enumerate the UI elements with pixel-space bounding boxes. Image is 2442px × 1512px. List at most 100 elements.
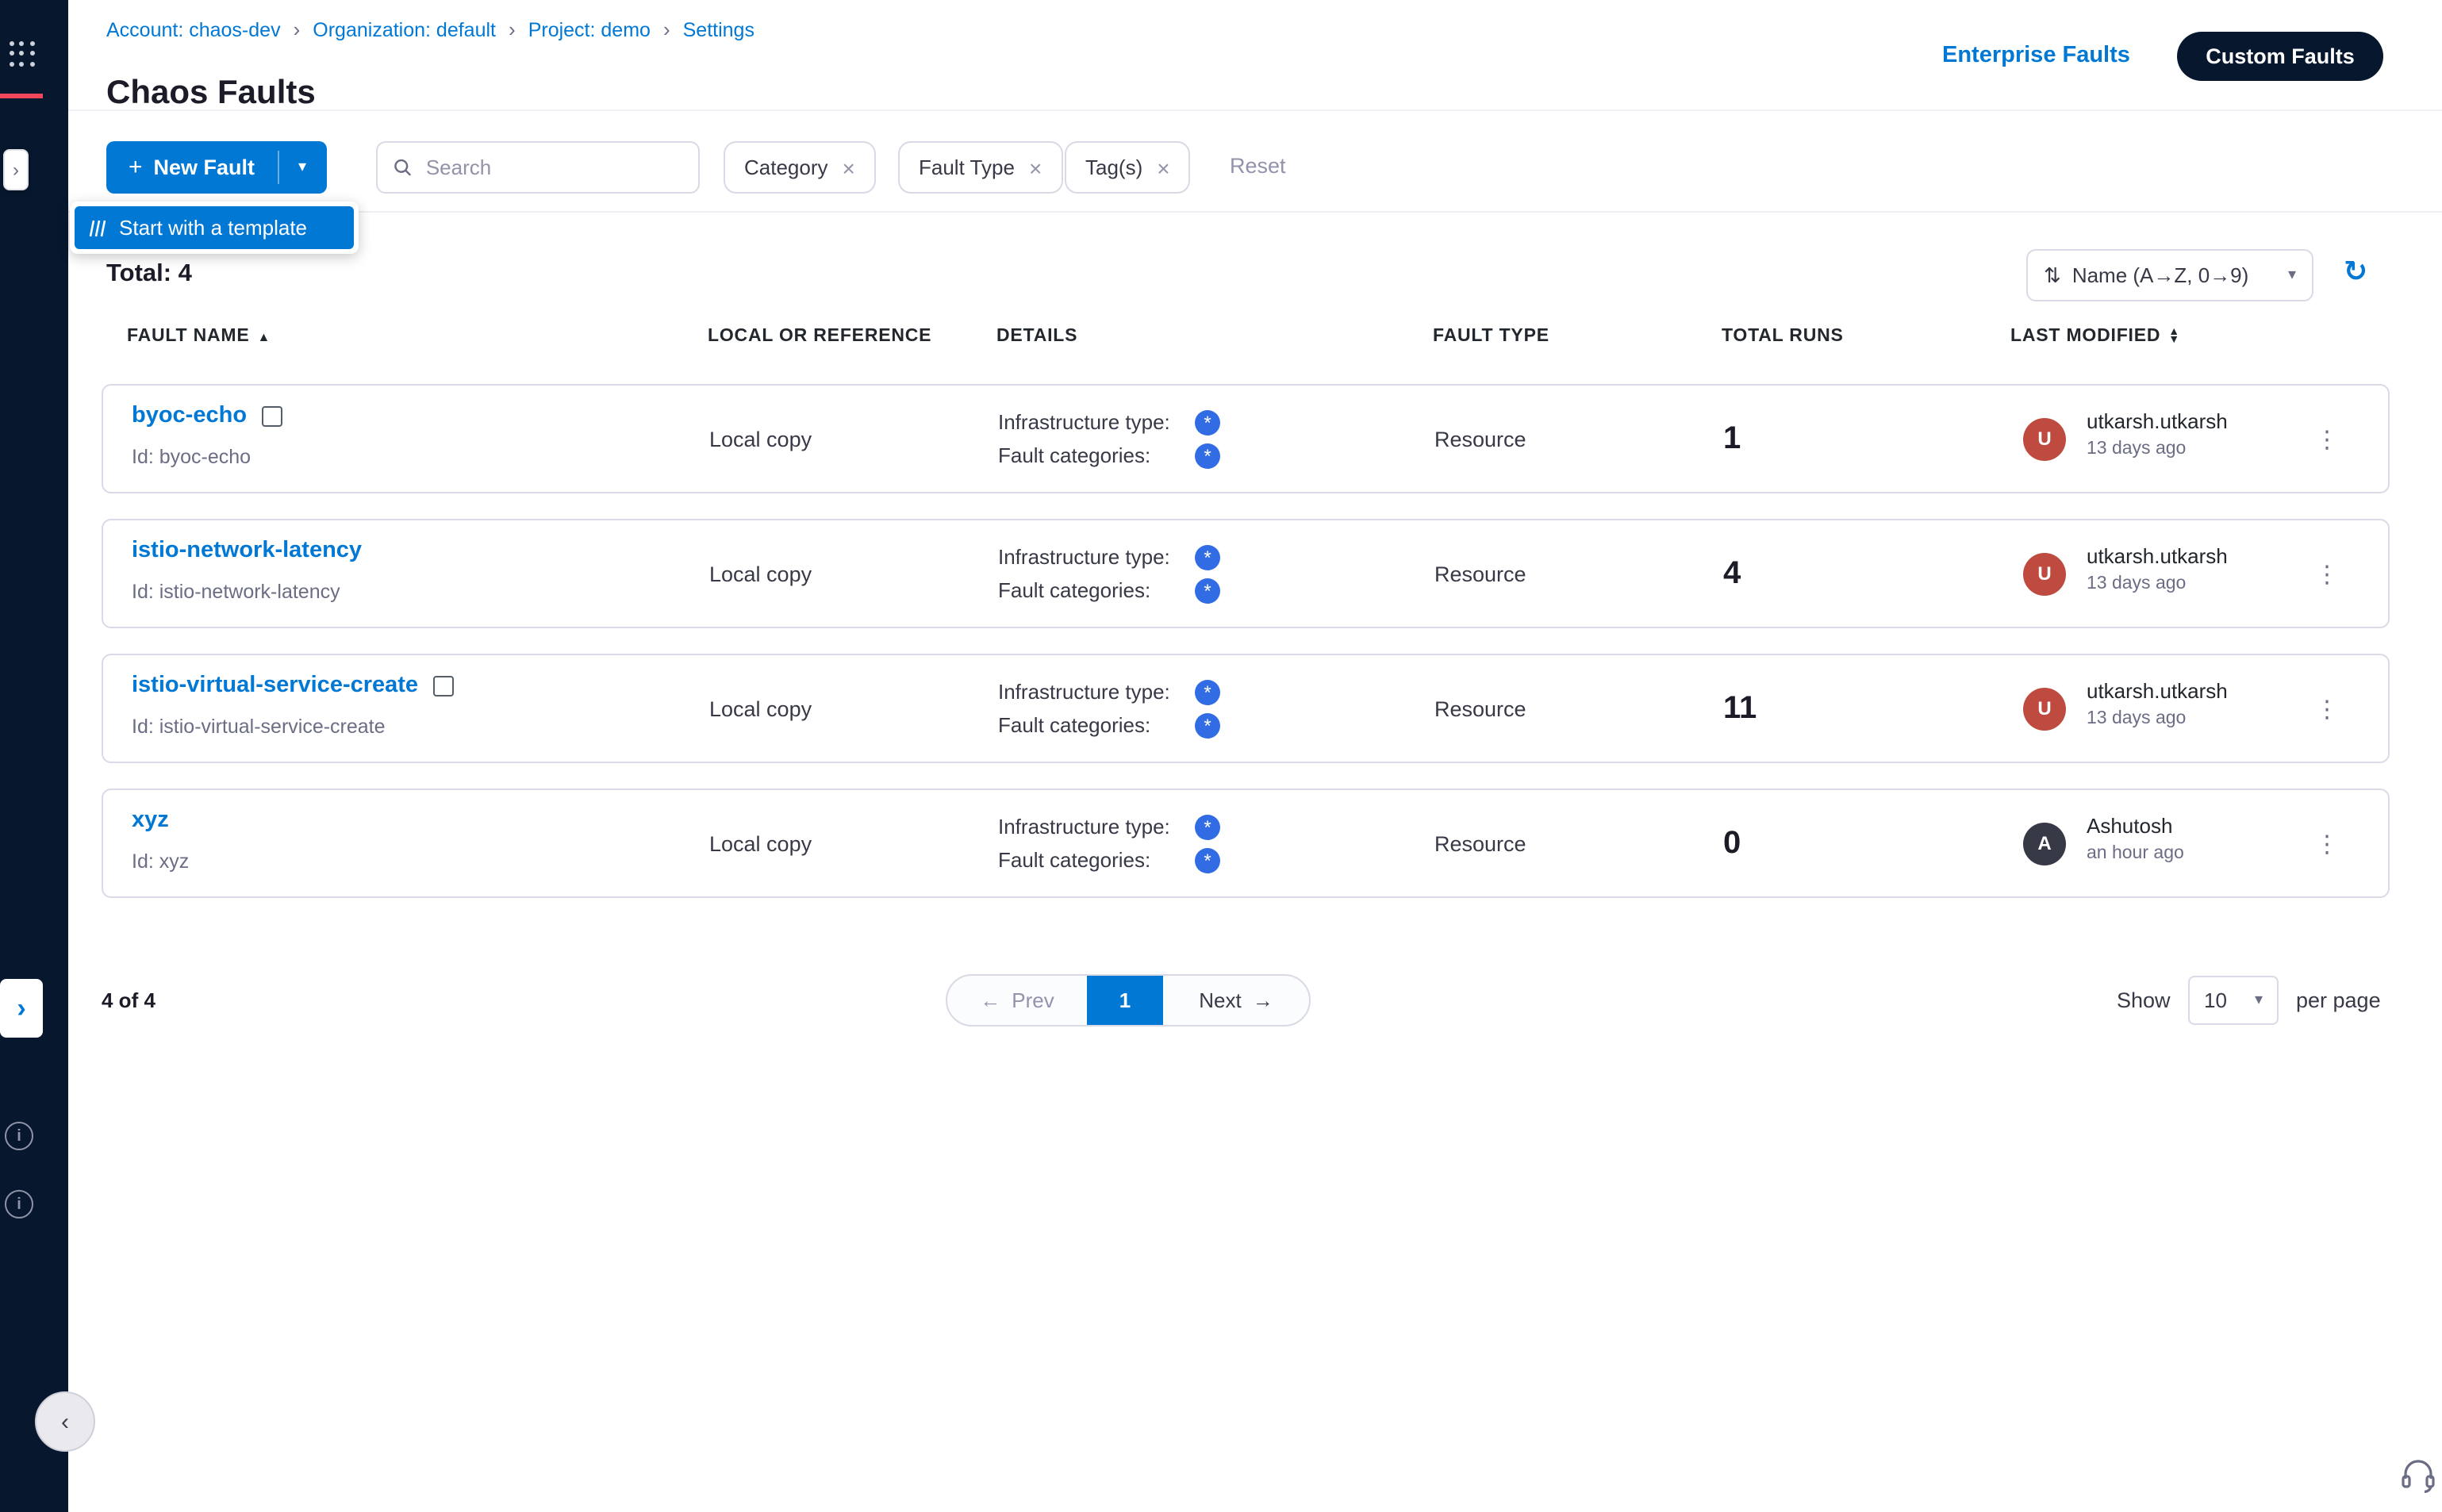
new-fault-dropdown-toggle[interactable]: ▾ — [278, 141, 326, 194]
info-icon[interactable]: i — [5, 1122, 33, 1150]
sort-updown-icon: ⇅ — [2044, 263, 2061, 288]
row-menu-button[interactable]: ⋮ — [2315, 559, 2339, 588]
filter-chip-tags[interactable]: Tag(s) × — [1065, 141, 1191, 194]
sort-both-icon: ▲ ▼ — [2168, 328, 2180, 344]
breadcrumb-settings[interactable]: Settings — [683, 18, 754, 40]
local-or-reference: Local copy — [709, 697, 812, 720]
refresh-button[interactable]: ↻ — [2344, 255, 2367, 289]
sort-asc-icon: ▲ — [258, 329, 271, 343]
refresh-icon: ↻ — [2344, 255, 2367, 287]
details-cell: Infrastructure type:* Fault categories:* — [998, 814, 1220, 873]
infra-type-label: Infrastructure type: — [998, 815, 1195, 839]
fault-categories-label: Fault categories: — [998, 848, 1195, 872]
header-label: LAST MODIFIED — [2010, 327, 2160, 346]
breadcrumb: Account: chaos-dev › Organization: defau… — [106, 17, 754, 41]
breadcrumb-organization[interactable]: Organization: default — [313, 18, 496, 40]
pagination-summary: 4 of 4 — [102, 988, 156, 1012]
new-fault-button[interactable]: + New Fault ▾ — [106, 141, 326, 194]
fault-type: Resource — [1434, 562, 1526, 585]
total-runs: 4 — [1723, 555, 1741, 592]
fault-checkbox[interactable] — [432, 675, 453, 696]
plus-icon: + — [129, 154, 143, 181]
sidebar-resize-handle[interactable]: ‹ — [35, 1391, 95, 1452]
row-menu-button[interactable]: ⋮ — [2315, 424, 2339, 453]
fault-categories-label: Fault categories: — [998, 713, 1195, 737]
modified-by-user: Ashutosh — [2087, 814, 2172, 838]
header-divider — [68, 109, 2442, 111]
row-menu-button[interactable]: ⋮ — [2315, 829, 2339, 858]
details-cell: Infrastructure type:* Fault categories:* — [998, 679, 1220, 738]
total-runs: 11 — [1723, 690, 1757, 727]
close-icon[interactable]: × — [1157, 155, 1169, 180]
breadcrumb-project[interactable]: Project: demo — [528, 18, 651, 40]
local-or-reference: Local copy — [709, 831, 812, 855]
local-or-reference: Local copy — [709, 427, 812, 451]
chevron-down-icon: ▾ — [2255, 992, 2263, 1009]
next-label: Next — [1199, 988, 1241, 1012]
prev-label: Prev — [1012, 988, 1054, 1012]
new-fault-main[interactable]: + New Fault — [106, 141, 277, 194]
chevron-right-icon: › — [17, 992, 25, 1024]
template-icon — [87, 218, 106, 237]
search-input[interactable] — [423, 154, 682, 181]
fault-type: Resource — [1434, 697, 1526, 720]
fault-name-link[interactable]: istio-network-latency — [132, 538, 362, 563]
new-fault-dropdown-menu: Start with a template — [70, 201, 359, 254]
prev-page-button[interactable]: ← Prev — [947, 976, 1087, 1025]
chevron-left-icon: ‹ — [61, 1408, 69, 1435]
infra-type-label: Infrastructure type: — [998, 680, 1195, 704]
avatar: A — [2023, 822, 2066, 865]
help-icon[interactable]: i — [5, 1190, 33, 1218]
breadcrumb-separator: › — [294, 17, 301, 41]
fault-name-link[interactable]: istio-virtual-service-create — [132, 673, 418, 698]
modified-by-user: utkarsh.utkarsh — [2087, 679, 2228, 703]
nav-collapse-toggle[interactable]: › — [0, 979, 43, 1038]
local-or-reference: Local copy — [709, 562, 812, 585]
avatar: U — [2023, 417, 2066, 460]
filter-label: Tag(s) — [1085, 155, 1142, 179]
column-header-fault-type: FAULT TYPE — [1433, 327, 1549, 346]
enterprise-faults-link[interactable]: Enterprise Faults — [1942, 43, 2130, 68]
help-support-button[interactable] — [2399, 1456, 2437, 1495]
sidebar: › › i i ‹ — [0, 0, 68, 1512]
toolbar-divider — [68, 211, 2442, 213]
info-glyph: i — [17, 1127, 21, 1145]
breadcrumb-account[interactable]: Account: chaos-dev — [106, 18, 281, 40]
modified-time: 13 days ago — [2087, 439, 2186, 459]
breadcrumb-separator: › — [663, 17, 670, 41]
filter-chip-fault-type[interactable]: Fault Type × — [898, 141, 1062, 194]
page-title: Chaos Faults — [106, 75, 316, 113]
page-number-button[interactable]: 1 — [1087, 976, 1163, 1025]
fault-name-link[interactable]: xyz — [132, 808, 169, 833]
sort-dropdown[interactable]: ⇅ Name (A→Z, 0→9) ▾ — [2026, 249, 2313, 301]
column-header-last-modified[interactable]: LAST MODIFIED ▲ ▼ — [2010, 327, 2180, 346]
arrow-right-icon: → — [1253, 988, 1273, 1012]
column-header-details: DETAILS — [996, 327, 1077, 346]
sidebar-expand-icon[interactable]: › — [3, 149, 29, 190]
custom-faults-button[interactable]: Custom Faults — [2177, 32, 2383, 81]
close-icon[interactable]: × — [1029, 155, 1042, 180]
close-icon[interactable]: × — [843, 155, 855, 180]
kubernetes-icon: * — [1195, 712, 1220, 738]
column-header-fault-name[interactable]: FAULT NAME ▲ — [127, 327, 271, 346]
header-label: LOCAL OR REFERENCE — [708, 327, 931, 346]
header-label: TOTAL RUNS — [1722, 327, 1844, 346]
next-page-button[interactable]: Next → — [1163, 976, 1309, 1025]
page-size-dropdown[interactable]: 10 ▾ — [2188, 976, 2279, 1025]
start-with-template-menu-item[interactable]: Start with a template — [75, 206, 354, 249]
reset-filters-link[interactable]: Reset — [1230, 154, 1286, 178]
fault-name-link[interactable]: byoc-echo — [132, 403, 247, 428]
fault-type: Resource — [1434, 831, 1526, 855]
sort-label: Name (A→Z, 0→9) — [2072, 263, 2249, 287]
modified-time: 13 days ago — [2087, 574, 2186, 593]
row-menu-button[interactable]: ⋮ — [2315, 694, 2339, 723]
apps-grid-icon[interactable] — [10, 41, 35, 67]
header-label: DETAILS — [996, 327, 1077, 346]
avatar: U — [2023, 687, 2066, 730]
search-box — [376, 141, 700, 194]
table-row: istio-network-latency Id: istio-network-… — [102, 519, 2390, 628]
filter-chip-category[interactable]: Category × — [724, 141, 876, 194]
fault-checkbox[interactable] — [261, 405, 282, 426]
modified-by-user: utkarsh.utkarsh — [2087, 544, 2228, 568]
per-page-label: per page — [2296, 988, 2381, 1012]
